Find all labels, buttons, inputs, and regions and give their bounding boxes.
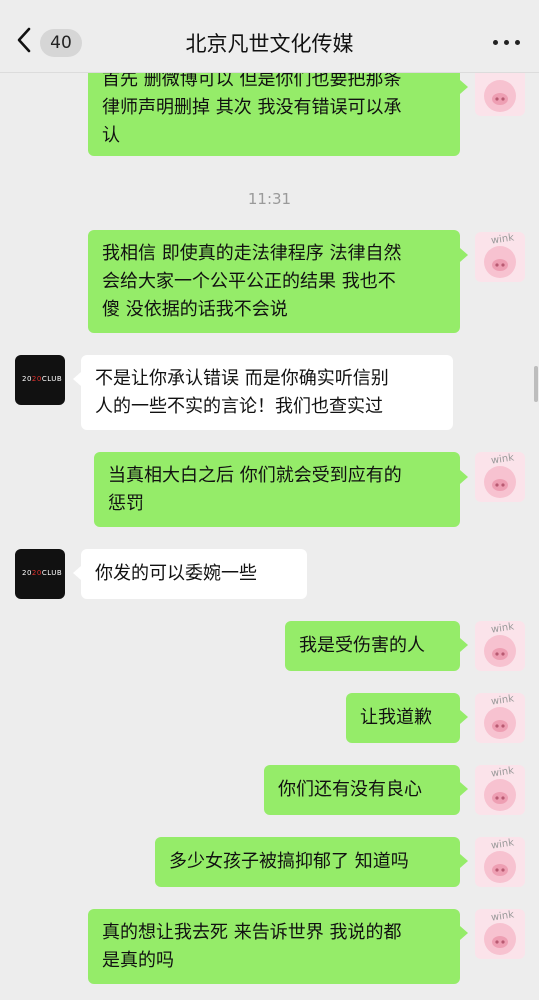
my-avatar[interactable]: wink: [475, 621, 525, 671]
my-avatar[interactable]: wink: [475, 765, 525, 815]
club-logo: 2020CLUB: [22, 569, 63, 577]
more-dots-icon: [493, 40, 498, 45]
pig-icon: [484, 80, 516, 112]
message-bubble[interactable]: 我相信 即使真的走法律程序 法律自然 会给大家一个公平公正的结果 我也不 傻 没…: [88, 230, 460, 333]
message-bubble[interactable]: 你们还有没有良心: [264, 765, 460, 815]
message-bubble[interactable]: 不是让你承认错误 而是你确实听信别 人的一些不实的言论！我们也查实过: [81, 355, 453, 430]
message-bubble[interactable]: 当真相大白之后 你们就会受到应有的 惩罚: [94, 452, 460, 527]
my-avatar[interactable]: wink: [475, 837, 525, 887]
my-avatar[interactable]: [475, 66, 525, 116]
message-bubble[interactable]: 让我道歉: [346, 693, 460, 743]
chat-header: 40 北京凡世文化传媒: [0, 0, 539, 73]
my-avatar[interactable]: wink: [475, 693, 525, 743]
timestamp: 11:31: [247, 190, 292, 208]
message-bubble[interactable]: 首先 删微博可以 但是你们也要把那条 律师声明删掉 其次 我没有错误可以承 认: [88, 62, 460, 156]
message-bubble[interactable]: 你发的可以委婉一些: [81, 549, 307, 599]
message-bubble[interactable]: 多少女孩子被搞抑郁了 知道吗: [155, 837, 460, 887]
message-bubble[interactable]: 我是受伤害的人: [285, 621, 460, 671]
more-button[interactable]: [490, 30, 524, 54]
my-avatar[interactable]: wink: [475, 232, 525, 282]
unread-count-badge[interactable]: 40: [40, 29, 82, 57]
back-button[interactable]: [14, 26, 34, 54]
scrollbar[interactable]: [534, 366, 538, 402]
chevron-left-icon: [17, 27, 31, 53]
other-avatar[interactable]: 2020CLUB: [15, 549, 65, 599]
message-bubble[interactable]: 真的想让我去死 来告诉世界 我说的都 是真的吗: [88, 909, 460, 984]
other-avatar[interactable]: 2020CLUB: [15, 355, 65, 405]
my-avatar[interactable]: wink: [475, 452, 525, 502]
club-logo: 2020CLUB: [22, 375, 63, 383]
my-avatar[interactable]: wink: [475, 909, 525, 959]
